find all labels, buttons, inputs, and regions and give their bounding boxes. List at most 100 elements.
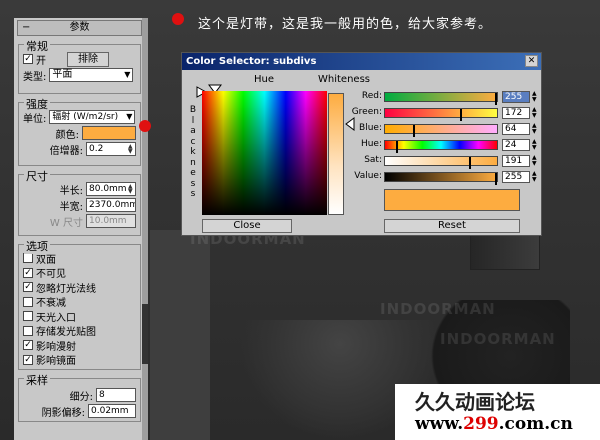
blackness-letter: a: [190, 126, 196, 136]
watermark: INDOORMAN: [380, 300, 496, 318]
slider-track[interactable]: [384, 140, 498, 153]
slider-value-field[interactable]: 255: [502, 171, 530, 183]
logo-name: 久久动画论坛: [415, 390, 535, 414]
option-checkbox[interactable]: [23, 311, 33, 322]
whiteness-label: Whiteness: [318, 74, 370, 85]
slider-value-field[interactable]: 191: [502, 155, 530, 167]
slider-thumb[interactable]: [495, 93, 497, 105]
option-checkbox[interactable]: [23, 253, 33, 264]
option-label: 不衰减: [36, 298, 66, 310]
watermark: INDOORMAN: [440, 330, 556, 348]
slider-label: Hue:: [360, 139, 382, 149]
chevron-down-icon: ▼: [126, 112, 133, 121]
option-row[interactable]: ✓ 影响镜面: [23, 353, 136, 368]
half-width-label: 半宽:: [59, 201, 83, 213]
slider-thumb[interactable]: [469, 157, 471, 169]
intensity-group: 强度 单位: 辐射 (W/m2/sr) ▼ 颜色: 倍增器: 0.2 ▲ ▼: [18, 96, 141, 166]
option-checkbox[interactable]: [23, 325, 33, 336]
parameters-rollout: − 参数 常规 ✓ 开 排除 类型: 平面 ▼ 强度 单位: 辐射 (W/m2/…: [14, 18, 146, 440]
option-checkbox[interactable]: [23, 296, 33, 307]
multiplier-spinner[interactable]: 0.2 ▲ ▼: [86, 142, 136, 156]
option-row[interactable]: ✓ 忽略灯光法线: [23, 280, 136, 295]
color-swatch[interactable]: [82, 126, 136, 140]
dialog-title: Color Selector: subdivs: [186, 56, 317, 67]
option-checkbox[interactable]: ✓: [23, 354, 33, 365]
option-checkbox[interactable]: ✓: [23, 340, 33, 351]
color-marker-dot: [139, 120, 151, 132]
unit-select[interactable]: 辐射 (W/m2/sr) ▼: [49, 110, 136, 124]
blackness-letter: B: [189, 105, 197, 115]
spinner-arrows-icon[interactable]: ▲ ▼: [532, 107, 537, 119]
slider-thumb[interactable]: [460, 109, 462, 121]
rollout-header[interactable]: − 参数: [17, 20, 142, 36]
scrollbar-thumb[interactable]: [142, 304, 148, 364]
shadow-bias-label: 阴影偏移:: [41, 407, 85, 419]
slider-track[interactable]: [384, 124, 498, 137]
type-select[interactable]: 平面 ▼: [49, 68, 134, 82]
blackness-letter: k: [190, 147, 196, 157]
group-label: 尺寸: [24, 168, 50, 184]
slider-track[interactable]: [384, 108, 498, 121]
slider-thumb[interactable]: [413, 125, 415, 137]
hue-blackness-picker[interactable]: [202, 91, 327, 215]
hue-label: Hue: [254, 74, 275, 85]
dialog-titlebar[interactable]: Color Selector: subdivs ✕: [182, 53, 541, 70]
unit-select-value: 辐射 (W/m2/sr): [52, 112, 119, 122]
spinner-arrows-icon[interactable]: ▲ ▼: [532, 123, 537, 135]
type-label: 类型:: [23, 71, 47, 83]
half-width-spinner[interactable]: 2370.0mm: [86, 198, 136, 212]
slider-track[interactable]: [384, 172, 498, 185]
shadow-bias-value: 0.02mm: [91, 406, 129, 416]
blackness-letter: c: [190, 136, 196, 147]
option-label: 不可见: [36, 269, 66, 281]
general-group: 常规 ✓ 开 排除 类型: 平面 ▼: [18, 38, 141, 94]
close-button[interactable]: Close: [202, 219, 292, 233]
slider-track[interactable]: [384, 156, 498, 169]
option-row[interactable]: 不衰减: [23, 295, 136, 310]
color-label: 颜色:: [55, 129, 79, 141]
site-logo: 久久动画论坛 www.299.com.cn: [395, 384, 600, 440]
multiplier-value: 0.2: [89, 144, 104, 154]
spinner-arrows-icon[interactable]: ▲ ▼: [532, 155, 537, 167]
shadow-bias-spinner[interactable]: 0.02mm: [88, 404, 136, 418]
slider-label: Red:: [361, 91, 382, 101]
spinner-arrows-icon[interactable]: ▲ ▼: [128, 184, 134, 195]
slider-thumb[interactable]: [396, 141, 398, 153]
slider-value-field[interactable]: 255: [502, 91, 530, 103]
option-row[interactable]: 存储发光贴图: [23, 324, 136, 338]
scene-wall: [150, 230, 210, 440]
spinner-arrows-icon[interactable]: ▲ ▼: [532, 139, 537, 151]
option-row[interactable]: ✓ 影响漫射: [23, 338, 136, 353]
color-slider-row: Value: 255 ▲ ▼: [352, 171, 540, 185]
reset-button[interactable]: Reset: [384, 219, 520, 233]
panel-scrollbar[interactable]: [142, 18, 148, 440]
blackness-label: Blackness: [188, 105, 198, 200]
close-icon[interactable]: ✕: [525, 55, 538, 67]
option-checkbox[interactable]: ✓: [23, 267, 33, 278]
slider-value-field[interactable]: 24: [502, 139, 530, 151]
blackness-letter: l: [191, 115, 195, 126]
blackness-letter: e: [190, 168, 196, 178]
option-checkbox[interactable]: ✓: [23, 282, 33, 293]
spinner-arrows-icon[interactable]: ▲ ▼: [532, 171, 537, 183]
slider-label: Green:: [351, 107, 382, 117]
spinner-arrows-icon[interactable]: ▲ ▼: [532, 91, 537, 103]
spinner-arrows-icon[interactable]: ▲ ▼: [128, 144, 134, 155]
slider-value-field[interactable]: 64: [502, 123, 530, 135]
slider-value-field[interactable]: 172: [502, 107, 530, 119]
on-checkbox[interactable]: ✓: [23, 54, 33, 64]
option-row[interactable]: ✓ 不可见: [23, 266, 136, 281]
type-select-value: 平面: [52, 69, 73, 80]
color-slider-row: Blue: 64 ▲ ▼: [352, 123, 540, 137]
rollout-title: 参数: [69, 22, 90, 33]
slider-thumb[interactable]: [495, 173, 497, 185]
collapse-icon[interactable]: −: [22, 21, 30, 35]
half-length-spinner[interactable]: 80.0mm ▲ ▼: [86, 182, 136, 196]
option-label: 影响镜面: [36, 356, 76, 368]
option-label: 影响漫射: [36, 341, 76, 353]
slider-track[interactable]: [384, 92, 498, 105]
subdivs-spinner[interactable]: 8: [96, 388, 136, 402]
blackness-letter: n: [190, 157, 196, 168]
option-row[interactable]: 天光入口: [23, 309, 136, 324]
exclude-button[interactable]: 排除: [67, 51, 109, 67]
